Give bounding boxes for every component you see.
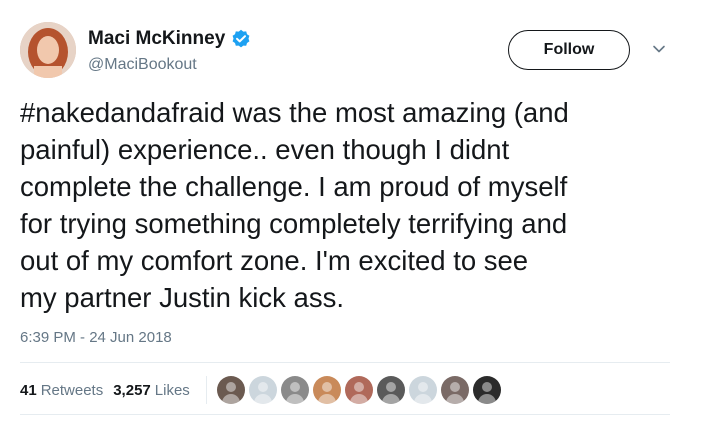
avatar-head-shape [385,382,396,392]
tweet-text: #nakedandafraid was the most amazing (an… [20,97,569,313]
liker-avatar-1[interactable] [216,376,245,404]
avatar-body-shape [413,394,432,404]
avatar-head-shape [353,382,364,392]
retweets-count: 41 [20,381,37,399]
avatar-body-shape [317,394,336,404]
liker-avatar-3[interactable] [280,376,309,404]
liker-avatars [216,376,505,404]
divider [20,362,670,363]
avatar-head-shape [225,382,236,392]
author-handle[interactable]: @MaciBookout [88,56,197,74]
chevron-down-icon[interactable] [652,42,666,56]
author-avatar[interactable] [20,22,76,78]
retweets-stat[interactable]: 41 Retweets [20,382,103,399]
avatar-head-shape [289,382,300,392]
likes-stat[interactable]: 3,257 Likes [113,382,190,399]
liker-avatar-7[interactable] [408,376,437,404]
avatar-head-shape [481,382,492,392]
avatar-head-shape [321,382,332,392]
tweet-timestamp[interactable]: 6:39 PM - 24 Jun 2018 [20,329,172,346]
avatar-body-shape [253,394,272,404]
liker-avatar-4[interactable] [312,376,341,404]
likes-label: Likes [154,381,190,399]
avatar-body-shape [477,394,496,404]
avatar-body-shape [221,394,240,404]
avatar-head-shape [417,382,428,392]
divider [20,414,670,415]
avatar-body-shape [349,394,368,404]
avatar-body-shape [381,394,400,404]
verified-badge-icon [231,29,251,49]
tweet-stats: 41 Retweets 3,257 Likes [20,376,505,404]
likes-count: 3,257 [113,381,151,399]
liker-avatar-8[interactable] [440,376,469,404]
avatar-body-shape [285,394,304,404]
stats-separator [205,376,207,404]
retweets-label: Retweets [40,381,104,399]
avatar-body-shape [445,394,464,404]
liker-avatar-2[interactable] [248,376,277,404]
liker-avatar-9[interactable] [472,376,501,404]
avatar-head-shape [449,382,460,392]
author-display-name[interactable]: Maci McKinney [88,28,225,50]
liker-avatar-5[interactable] [344,376,373,404]
liker-avatar-6[interactable] [376,376,405,404]
author-name-row: Maci McKinney [88,28,251,50]
follow-button[interactable]: Follow [508,30,630,70]
avatar-head-shape [257,382,268,392]
